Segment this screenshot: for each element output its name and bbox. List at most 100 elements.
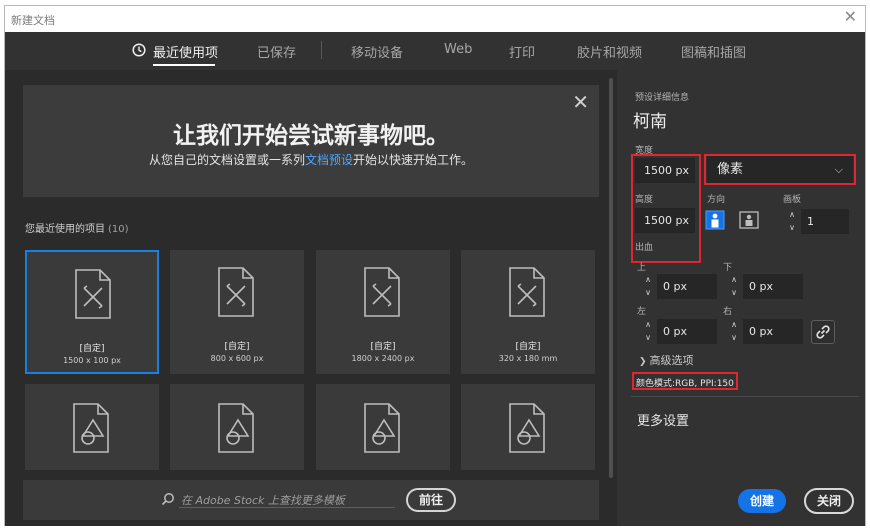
recent-count: (10) [108,224,129,235]
bleed-right-stepper[interactable]: ∧ ∨ [729,320,739,344]
banner-sub-text: 从您自己的文档设置或一系列 [148,153,305,167]
recent-panel: ✕ 让我们开始尝试新事物吧。 从您自己的文档设置或一系列文档预设开始以快速开始工… [5,70,617,526]
advanced-options-toggle[interactable]: ❯ 高级选项 [639,352,694,368]
artboard-stepper[interactable]: ∧ ∨ [787,210,797,234]
stock-search-input[interactable]: 在 Adobe Stock 上查找更多模板 [181,492,345,508]
bleed-top-stepper[interactable]: ∧ ∨ [643,275,653,299]
welcome-banner: ✕ 让我们开始尝试新事物吧。 从您自己的文档设置或一系列文档预设开始以快速开始工… [23,85,599,197]
divider [631,396,859,397]
recent-item-size: 1500 x 100 px [63,356,121,365]
recent-item-size: 320 x 180 mm [498,354,558,363]
recent-item-card[interactable] [170,384,304,470]
tab-recent[interactable]: 最近使用项 [153,42,218,61]
highlight-color-mode [632,372,738,390]
recent-item-name: [自定] [79,344,105,354]
tab-art-illustration[interactable]: 图稿和插图 [681,42,746,61]
bleed-left-input[interactable]: 0 px [657,319,717,344]
stock-search-bar: 在 Adobe Stock 上查找更多模板 前往 [23,480,599,520]
chevron-up-icon[interactable]: ∧ [729,320,739,330]
chevron-right-icon: ❯ [639,357,647,367]
chevron-up-icon[interactable]: ∧ [787,210,797,220]
custom-document-icon [218,267,254,317]
artboard-label: 画板 [783,195,802,205]
custom-document-icon [509,267,545,317]
bleed-bottom-stepper[interactable]: ∧ ∨ [729,275,739,299]
highlight-unit [704,154,856,185]
recent-item-name: [自定] [370,342,396,352]
recent-item-card[interactable] [25,384,159,470]
tab-print[interactable]: 打印 [509,42,535,61]
bleed-top-label: 上 [637,263,647,273]
bleed-bottom-label: 下 [723,263,733,273]
go-button[interactable]: 前往 [406,488,456,512]
banner-title: 让我们开始尝试新事物吧。 [173,123,449,149]
shapes-document-icon [509,403,545,453]
link-icon [816,325,830,339]
tab-mobile[interactable]: 移动设备 [351,42,403,61]
recent-item-size: 800 x 600 px [210,354,264,363]
custom-document-icon [75,269,111,319]
preset-tabs: 最近使用项 已保存 移动设备 Web 打印 胶片和视频 图稿和插图 [5,32,865,70]
custom-document-icon [364,267,400,317]
shapes-document-icon [73,403,109,453]
bleed-left-label: 左 [637,307,647,317]
recent-item-name: [自定] [224,342,250,352]
document-presets-link[interactable]: 文档预设 [305,153,353,167]
preset-details-panel: 预设详细信息 柯南 宽度 1500 px 像素 ⌵ 高度 1500 px 方向 [617,70,865,526]
document-name-input[interactable]: 柯南 [633,107,667,132]
chevron-down-icon[interactable]: ∨ [787,223,797,233]
title-bar: 新建文档 ✕ [5,6,865,31]
recent-item-card[interactable]: [自定] 1500 x 100 px [25,250,159,374]
app-body: 最近使用项 已保存 移动设备 Web 打印 胶片和视频 图稿和插图 ✕ 让我们开… [5,32,865,526]
create-button[interactable]: 创建 [738,489,786,513]
chevron-down-icon[interactable]: ∨ [729,288,739,298]
artboard-input[interactable]: 1 [801,209,849,234]
tab-film-video[interactable]: 胶片和视频 [577,42,642,61]
chevron-up-icon[interactable]: ∧ [643,275,653,285]
chevron-down-icon[interactable]: ∨ [643,288,653,298]
recent-label: 您最近使用的项目 [25,224,105,235]
landscape-orientation-icon[interactable] [739,210,759,230]
banner-sub-text-end: 开始以快速开始工作。 [353,153,474,167]
window-title: 新建文档 [11,14,55,27]
chevron-up-icon[interactable]: ∧ [729,275,739,285]
chevron-down-icon[interactable]: ∨ [643,333,653,343]
shapes-document-icon [364,403,400,453]
tab-web[interactable]: Web [444,42,472,57]
portrait-orientation-icon[interactable] [705,210,725,230]
window-close-icon[interactable]: ✕ [844,9,857,25]
stock-search-underline [179,507,395,508]
recent-item-size: 1800 x 2400 px [351,354,415,363]
recent-item-card[interactable] [461,384,595,470]
recent-scrollbar[interactable] [609,78,613,478]
tab-separator [321,41,322,59]
bleed-bottom-input[interactable]: 0 px [743,274,803,299]
more-settings-link[interactable]: 更多设置 [637,410,689,429]
recent-item-card[interactable]: [自定] 320 x 180 mm [461,250,595,374]
bleed-top-input[interactable]: 0 px [657,274,717,299]
recent-item-card[interactable]: [自定] 1800 x 2400 px [316,250,450,374]
tab-saved[interactable]: 已保存 [257,42,296,61]
bleed-right-input[interactable]: 0 px [743,319,803,344]
bleed-right-label: 右 [723,307,733,317]
banner-subtitle: 从您自己的文档设置或一系列文档预设开始以快速开始工作。 [23,151,599,168]
new-document-dialog: 新建文档 ✕ 最近使用项 已保存 移动设备 Web 打印 胶片和视频 图稿和插图… [4,5,866,526]
recent-item-card[interactable] [316,384,450,470]
advanced-options-label: 高级选项 [649,354,694,367]
banner-close-icon[interactable]: ✕ [572,90,589,114]
bleed-left-stepper[interactable]: ∧ ∨ [643,320,653,344]
recent-items-heading: 您最近使用的项目 (10) [25,220,129,235]
orientation-label: 方向 [707,195,726,205]
recent-item-name: [自定] [515,342,541,352]
search-icon [161,493,174,506]
active-tab-underline [153,64,215,66]
link-bleed-button[interactable] [811,320,835,344]
shapes-document-icon [218,403,254,453]
recent-item-card[interactable]: [自定] 800 x 600 px [170,250,304,374]
clock-icon [132,43,146,57]
chevron-up-icon[interactable]: ∧ [643,320,653,330]
preset-details-heading: 预设详细信息 [635,93,690,103]
chevron-down-icon[interactable]: ∨ [729,333,739,343]
close-button[interactable]: 关闭 [804,488,854,514]
bleed-label: 出血 [635,243,654,253]
